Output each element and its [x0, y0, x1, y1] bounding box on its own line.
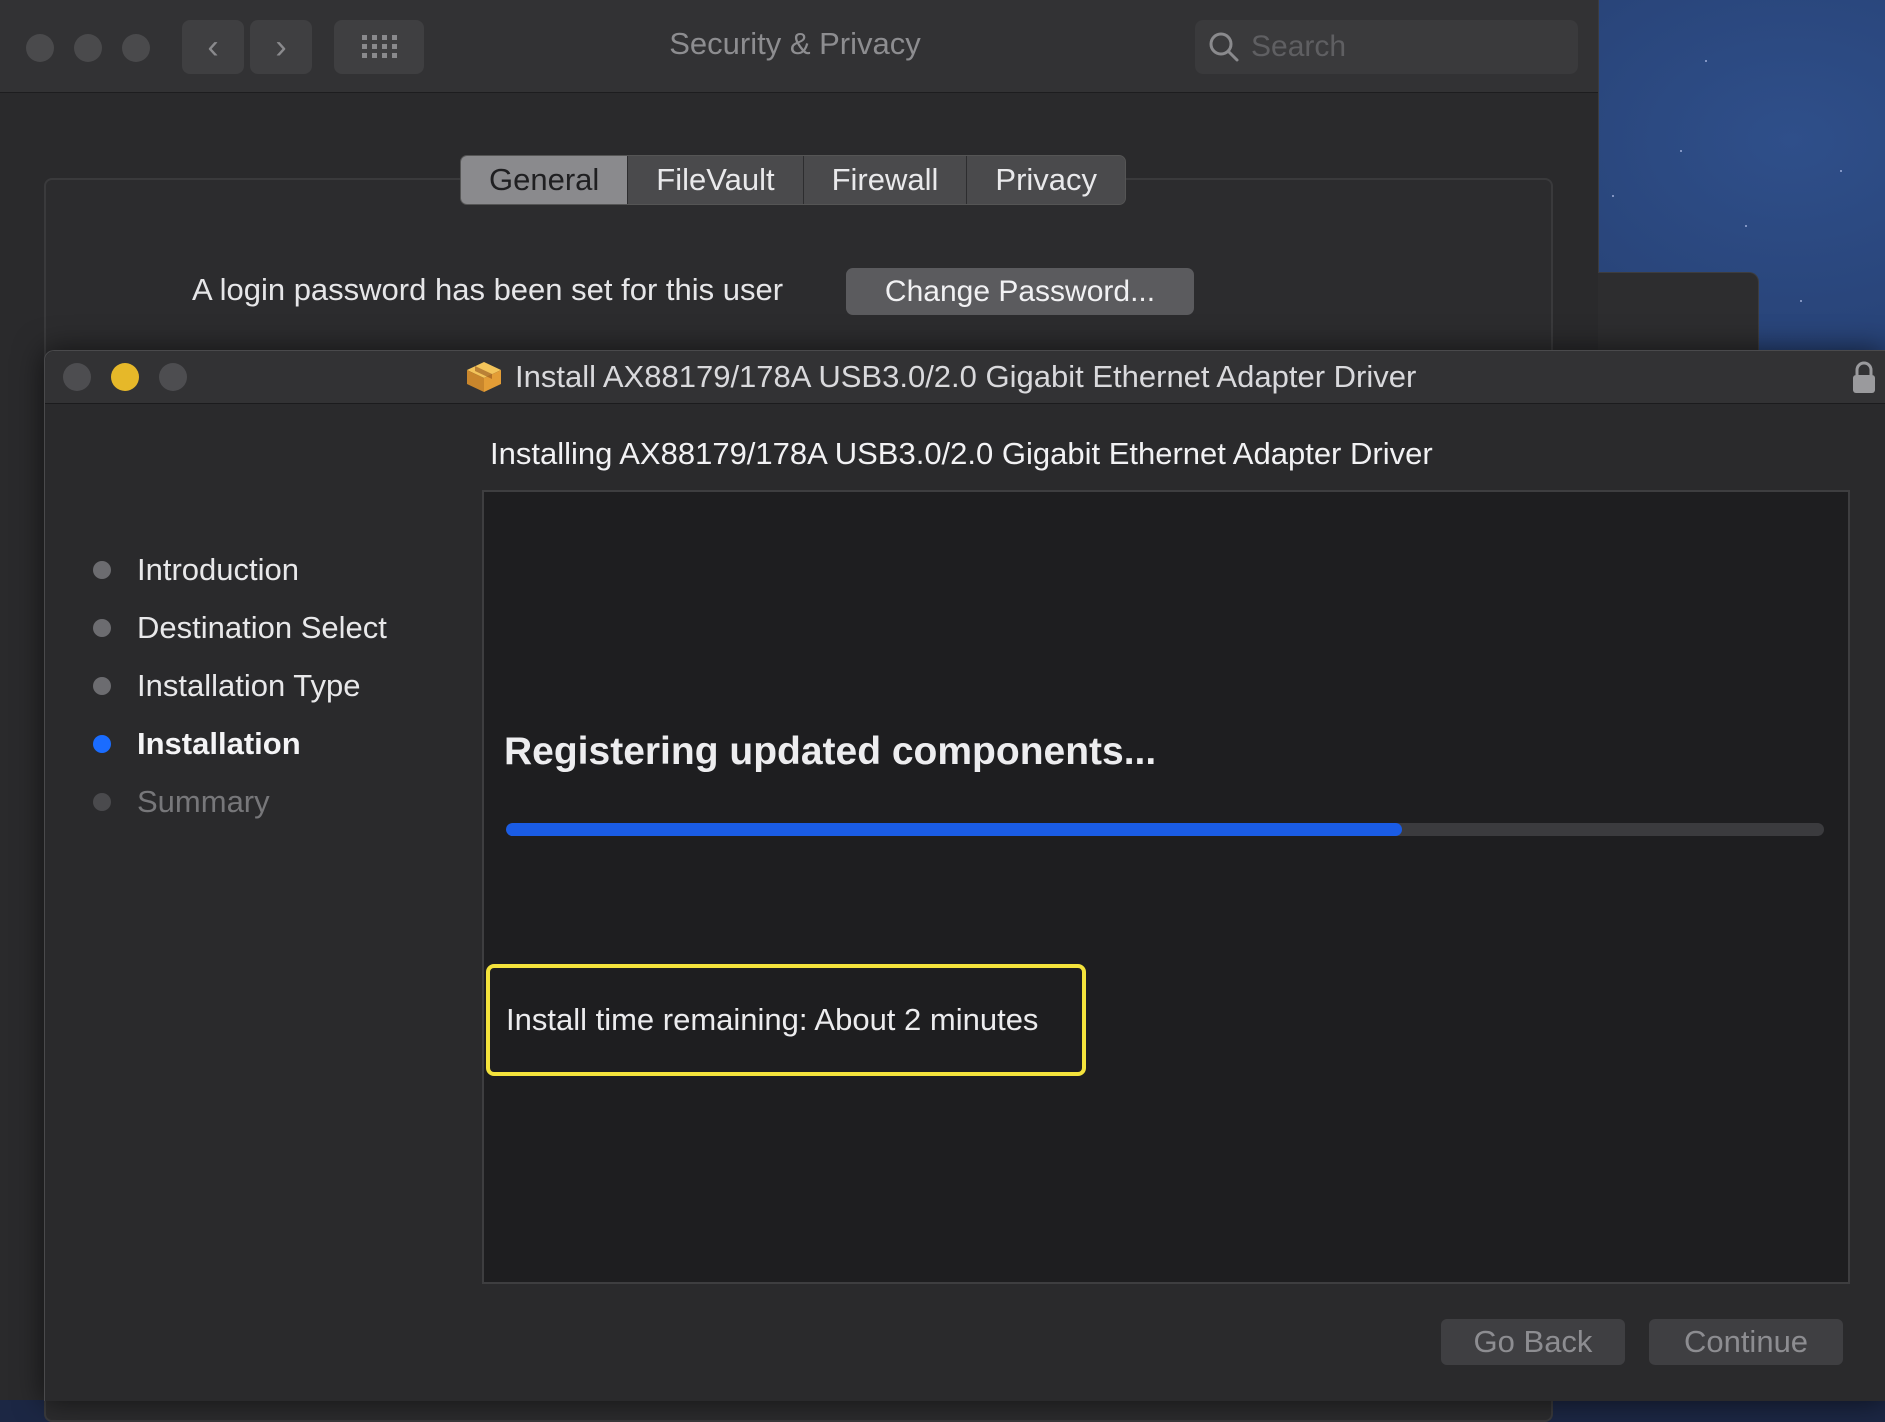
- step-label: Installation Type: [137, 668, 361, 703]
- background-window-edge: [1598, 272, 1759, 354]
- minimize-button[interactable]: [74, 34, 102, 62]
- step-label: Installation: [137, 726, 301, 761]
- time-remaining-highlight: Install time remaining: About 2 minutes: [486, 964, 1086, 1076]
- chevron-right-icon: ›: [275, 27, 287, 66]
- forward-button[interactable]: ›: [250, 20, 312, 74]
- installer-heading: Installing AX88179/178A USB3.0/2.0 Gigab…: [490, 436, 1433, 471]
- login-password-text: A login password has been set for this u…: [192, 272, 784, 307]
- security-titlebar: ‹ › Security & Privacy Search: [0, 0, 1598, 93]
- step-bullet: [93, 561, 111, 579]
- chevron-left-icon: ‹: [207, 27, 219, 66]
- back-button[interactable]: ‹: [182, 20, 244, 74]
- install-status: Registering updated components...: [504, 730, 1157, 773]
- tab-privacy[interactable]: Privacy: [967, 156, 1126, 204]
- installer-title: Install AX88179/178A USB3.0/2.0 Gigabit …: [465, 359, 1416, 395]
- installer-close-button[interactable]: [63, 363, 91, 391]
- step-bullet: [93, 793, 111, 811]
- change-password-button[interactable]: Change Password...: [846, 268, 1194, 315]
- step-destination-select: Destination Select: [91, 599, 387, 657]
- installer-content-area: Registering updated components... Instal…: [482, 490, 1850, 1284]
- step-label: Destination Select: [137, 610, 387, 645]
- installer-title-text: Install AX88179/178A USB3.0/2.0 Gigabit …: [515, 359, 1417, 394]
- tab-filevault[interactable]: FileVault: [628, 156, 804, 204]
- close-button[interactable]: [26, 34, 54, 62]
- step-summary: Summary: [91, 773, 387, 831]
- grid-icon: [362, 35, 397, 58]
- installer-minimize-button[interactable]: [111, 363, 139, 391]
- step-label: Summary: [137, 784, 270, 819]
- search-placeholder: Search: [1251, 30, 1347, 63]
- step-label: Introduction: [137, 552, 299, 587]
- package-icon: [467, 362, 501, 392]
- window-title: Security & Privacy: [669, 26, 921, 61]
- show-all-button[interactable]: [334, 20, 424, 74]
- step-bullet: [93, 619, 111, 637]
- step-bullet: [93, 677, 111, 695]
- installer-titlebar: Install AX88179/178A USB3.0/2.0 Gigabit …: [45, 351, 1885, 404]
- search-field[interactable]: Search: [1195, 20, 1578, 74]
- continue-button[interactable]: Continue: [1649, 1319, 1843, 1365]
- installer-steps: Introduction Destination Select Installa…: [91, 541, 387, 831]
- install-progress-fill: [506, 823, 1403, 836]
- step-introduction: Introduction: [91, 541, 387, 599]
- search-icon: [1209, 32, 1239, 62]
- install-progress-bar: [506, 823, 1824, 836]
- installer-window: Install AX88179/178A USB3.0/2.0 Gigabit …: [44, 350, 1885, 1401]
- installer-zoom-button[interactable]: [159, 363, 187, 391]
- step-bullet-current: [93, 735, 111, 753]
- zoom-button[interactable]: [122, 34, 150, 62]
- time-remaining-text: Install time remaining: About 2 minutes: [506, 1002, 1039, 1037]
- tab-firewall[interactable]: Firewall: [803, 156, 968, 204]
- lock-icon[interactable]: [1850, 361, 1878, 395]
- tab-general[interactable]: General: [461, 156, 629, 204]
- go-back-button[interactable]: Go Back: [1441, 1319, 1625, 1365]
- step-installation: Installation: [91, 715, 387, 773]
- security-tabs: General FileVault Firewall Privacy: [460, 155, 1127, 205]
- step-installation-type: Installation Type: [91, 657, 387, 715]
